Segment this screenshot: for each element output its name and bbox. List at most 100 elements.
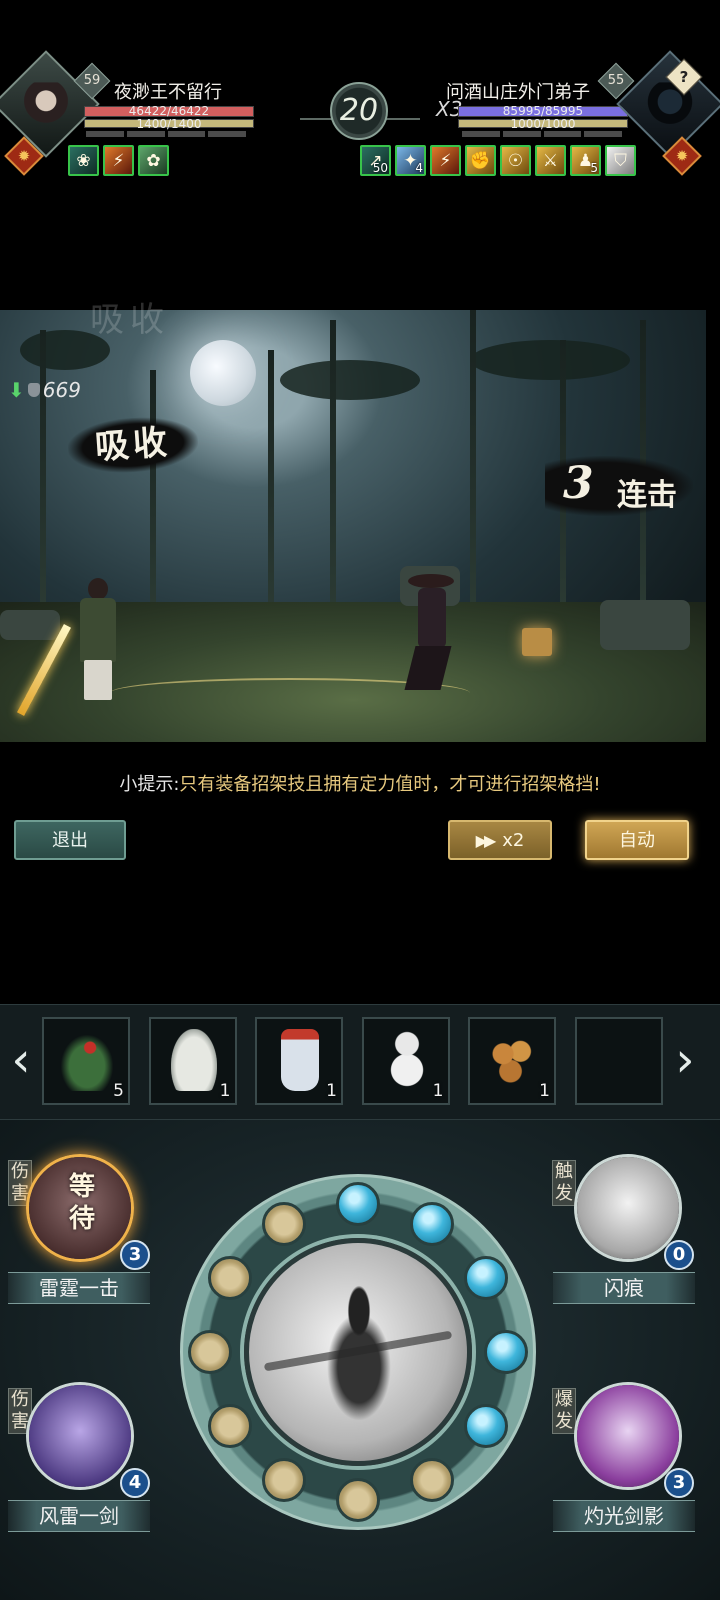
skill-tag: 触发 — [552, 1160, 576, 1206]
round-number: 20 — [339, 93, 379, 128]
skill-art — [577, 1385, 679, 1487]
enemy-segment-bar — [462, 131, 622, 137]
enemy-hp-text: 85995/85995 — [502, 104, 584, 118]
fist-icon[interactable]: ✊ — [465, 145, 496, 176]
exit-button[interactable]: 退出 — [14, 820, 126, 860]
tip-prefix: 小提示: — [119, 774, 180, 795]
player-hp-bar: 46422/46422 — [84, 104, 254, 118]
skill-art — [29, 1385, 131, 1487]
jade-icon[interactable]: ✿ — [138, 145, 169, 176]
item-slot[interactable]: 5 — [42, 1017, 130, 1105]
item-slot[interactable] — [574, 1017, 663, 1105]
buff-glyph: ✊ — [469, 151, 492, 171]
shield-icon[interactable]: ⛉ — [605, 145, 636, 176]
double-slash-icon[interactable]: ⚔ — [535, 145, 566, 176]
energy-orb-empty — [207, 1256, 252, 1300]
battle-scene — [0, 310, 706, 742]
skill-name: 闪痕 — [553, 1272, 695, 1304]
claw-slash-icon[interactable]: ⚡ — [103, 145, 134, 176]
item-slot[interactable]: 1 — [468, 1017, 556, 1105]
auto-button[interactable]: 自动 — [585, 820, 689, 860]
speed-label: x2 — [502, 830, 525, 851]
bamboo-stalk — [268, 350, 274, 642]
enemy-sp-text: 1000/1000 — [510, 117, 576, 131]
herb-icon — [56, 1029, 118, 1091]
chevron-left-icon[interactable]: ‹ — [6, 1035, 36, 1091]
energy-orb-empty — [410, 1458, 454, 1503]
skill-count-badge: 3 — [120, 1240, 150, 1270]
item-slot[interactable]: 1 — [148, 1017, 237, 1105]
skill-art — [577, 1157, 679, 1259]
player-hp-text: 46422/46422 — [128, 104, 210, 118]
player-face — [23, 82, 69, 129]
item-slot[interactable]: 1 — [255, 1017, 343, 1105]
medicine-jar-icon — [170, 1029, 217, 1091]
enemy-buffs: ↗ 50 ✦ 4 ⚡ ✊ ☉ ⚔ ♟ 5 ⛉ — [360, 145, 636, 176]
enemy-name: 问酒山庄外门弟子 — [446, 82, 590, 103]
energy-orb-filled — [464, 1256, 509, 1300]
item-quantity: 1 — [219, 1081, 231, 1101]
copper-coins-icon — [482, 1029, 544, 1091]
skill-fenglei-yijian-button[interactable] — [26, 1382, 134, 1490]
energy-orb-filled — [336, 1182, 380, 1226]
buff-glyph: ✿ — [146, 151, 161, 171]
buff-glyph: ⛉ — [614, 151, 627, 171]
arrow-up-icon[interactable]: ↗ 50 — [360, 145, 391, 176]
player-character — [76, 578, 120, 702]
item-slot[interactable]: 1 — [361, 1017, 450, 1105]
tip-text: 小提示:只有装备招架技且拥有定力值时，才可进行招架格挡! — [0, 770, 720, 796]
claw-slash-icon[interactable]: ⚡ — [430, 145, 461, 176]
bamboo-stalk — [330, 320, 336, 642]
rock — [600, 600, 690, 650]
down-arrow-icon: ⬇ — [8, 378, 25, 402]
item-quantity: 1 — [326, 1081, 337, 1101]
gourd-icon — [385, 1029, 428, 1091]
potion-bottle-icon — [281, 1029, 319, 1091]
stone-lantern — [522, 628, 552, 656]
buff-stack-count: 4 — [415, 161, 423, 175]
skill-leiting-yiji-button[interactable]: 等待 — [26, 1154, 134, 1262]
shield-icon — [27, 383, 40, 397]
skill-name: 灼光剑影 — [553, 1500, 695, 1532]
energy-orb-empty — [262, 1458, 306, 1503]
water-drop-icon[interactable]: ✦ 4 — [395, 145, 426, 176]
skill-count-badge: 3 — [664, 1468, 694, 1498]
enemy-character — [404, 574, 454, 694]
item-quantity: 1 — [539, 1081, 550, 1101]
round-counter: 20 — [330, 82, 388, 140]
combo-counter: 3 连击 — [545, 456, 693, 516]
chevron-right-icon[interactable]: › — [670, 1035, 700, 1091]
tip-body: 只有装备招架技且拥有定力值时，才可进行招架格挡! — [179, 774, 601, 795]
energy-orb-empty — [336, 1478, 380, 1522]
lotus-icon[interactable]: ❀ — [68, 145, 99, 176]
player-level: 59 — [83, 73, 101, 88]
absorb-watermark: 吸收 — [90, 300, 170, 340]
energy-orb-empty — [207, 1404, 252, 1448]
absorb-value: ⬇ 669 — [8, 378, 81, 402]
buff-glyph: ☉ — [507, 151, 524, 171]
player-segment-bar — [86, 131, 246, 137]
energy-orb-filled — [410, 1201, 454, 1246]
item-quantity: 5 — [113, 1081, 124, 1101]
meditate-icon[interactable]: ☉ — [500, 145, 531, 176]
energy-orb-empty — [262, 1201, 306, 1246]
item-quantity: 1 — [432, 1081, 444, 1101]
skill-count-badge: 4 — [120, 1468, 150, 1498]
energy-orb-filled — [484, 1330, 528, 1374]
moon — [190, 340, 256, 406]
player-sp-bar: 1400/1400 — [84, 117, 254, 131]
speed-button[interactable]: ▶▶ x2 — [448, 820, 552, 860]
enemy-avatar[interactable] — [616, 50, 720, 158]
enemy-level: 55 — [607, 73, 625, 88]
bamboo-stalk — [40, 330, 46, 642]
stance-icon[interactable]: ♟ 5 — [570, 145, 601, 176]
buff-glyph: ⚡ — [112, 151, 125, 171]
buff-stack-count: 50 — [372, 161, 388, 175]
buff-glyph: ⚡ — [439, 151, 452, 171]
combo-number: 3 — [563, 458, 594, 509]
combo-word: 连击 — [617, 478, 677, 513]
skill-name: 风雷一剑 — [8, 1500, 150, 1532]
ultimate-skill-button[interactable] — [244, 1238, 472, 1466]
bamboo-leaves — [280, 360, 420, 400]
absorb-label: 吸收 — [66, 413, 200, 477]
